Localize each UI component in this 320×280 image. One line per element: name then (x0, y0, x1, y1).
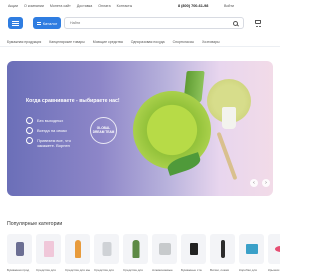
phone-number[interactable]: 8 (800) 700-61-98 (178, 4, 208, 8)
category-image (65, 234, 90, 264)
category-card[interactable]: Вилки, ложки (210, 234, 235, 280)
feature-text: Привезем все, что закажете. Ворнен (37, 138, 72, 148)
category-image (210, 234, 235, 264)
search-icon[interactable] (233, 21, 238, 26)
category-image (123, 234, 148, 264)
category-image (36, 234, 61, 264)
category-carousel: Бумажная прод Средства для Средства для мы… (7, 234, 280, 280)
category-nav: Бумажная продукция Канцелярские товары М… (0, 37, 280, 47)
logo[interactable] (8, 17, 23, 29)
category-label: Крышки для стака (268, 268, 280, 272)
category-card[interactable]: Средства для (94, 234, 119, 280)
catalog-button[interactable]: Каталог (33, 17, 61, 29)
category-image (152, 234, 177, 264)
topbar-link-promos[interactable]: Акции (8, 4, 18, 8)
category-card[interactable]: Средства для (36, 234, 61, 280)
category-image (181, 234, 206, 264)
category-label: Бумажные ста (181, 268, 202, 272)
category-image (94, 234, 119, 264)
topbar-link-delivery[interactable]: Доставка (77, 4, 92, 8)
nav-item-disposable[interactable]: Одноразовая посуда (131, 40, 165, 44)
search-input[interactable] (65, 21, 225, 25)
category-label: Средства для (36, 268, 56, 272)
cart-icon[interactable] (254, 19, 262, 27)
menu-icon (36, 21, 41, 25)
category-card[interactable]: Средства для мытья (65, 234, 90, 280)
category-image (239, 234, 264, 264)
category-card[interactable]: Крышки для стака (268, 234, 280, 280)
category-card[interactable]: Бумажная прод (7, 234, 32, 280)
category-label: Алюминиевые (152, 268, 173, 272)
category-label: Средства для мытья (65, 268, 90, 272)
feature-item: Всегда на связи (26, 127, 67, 134)
next-slide-button[interactable]: › (262, 179, 270, 187)
feature-text: Без выходных (37, 118, 64, 123)
catalog-button-label: Каталог (42, 20, 58, 26)
popular-categories-title: Популярные категории (7, 221, 63, 227)
clock-icon (26, 117, 33, 124)
category-card[interactable]: Алюминиевые (152, 234, 177, 280)
feature-item: Без выходных (26, 117, 64, 124)
topbar-link-coin[interactable]: Монета сайт (50, 4, 71, 8)
promo-banner[interactable]: Когда сравниваете - выбираете нас! Без в… (7, 61, 273, 196)
search-box (64, 17, 244, 29)
category-label: Коробки для (239, 268, 257, 272)
nav-item-detergents[interactable]: Моющие средства (93, 40, 123, 44)
topbar-link-payment[interactable]: Оплата (98, 4, 110, 8)
cup-image (222, 107, 236, 129)
category-label: Бумажная прод (7, 268, 30, 272)
topbar-link-contacts[interactable]: Контакты (117, 4, 133, 8)
category-image (7, 234, 32, 264)
phone-icon (26, 127, 33, 134)
header: Каталог (0, 12, 280, 34)
feature-text: Всегда на связи (37, 128, 67, 133)
feature-item: Привезем все, что закажете. Ворнен (26, 137, 86, 148)
category-card[interactable]: Коробки для (239, 234, 264, 280)
nav-item-household[interactable]: Хозтовары (202, 40, 220, 44)
brand-badge: GLOBAL DREAM TEAM (90, 117, 117, 144)
nav-item-sport[interactable]: Спортклассы (173, 40, 194, 44)
category-image (268, 234, 280, 264)
login-link[interactable]: Войти (224, 4, 234, 8)
category-card[interactable]: Бумажные ста (181, 234, 206, 280)
top-utility-bar: Акции О компании Монета сайт Доставка Оп… (0, 0, 280, 12)
nav-item-stationery[interactable]: Канцелярские товары (49, 40, 85, 44)
topbar-link-about[interactable]: О компании (24, 4, 44, 8)
banner-headline: Когда сравниваете - выбираете нас! (26, 98, 120, 104)
fork-image (216, 131, 238, 181)
category-label: Средства для (94, 268, 114, 272)
prev-slide-button[interactable]: ‹ (250, 179, 258, 187)
truck-icon (26, 137, 33, 144)
category-card[interactable]: Средства для (123, 234, 148, 280)
category-label: Вилки, ложки (210, 268, 230, 272)
category-label: Средства для (123, 268, 143, 272)
nav-item-paper[interactable]: Бумажная продукция (7, 40, 41, 44)
